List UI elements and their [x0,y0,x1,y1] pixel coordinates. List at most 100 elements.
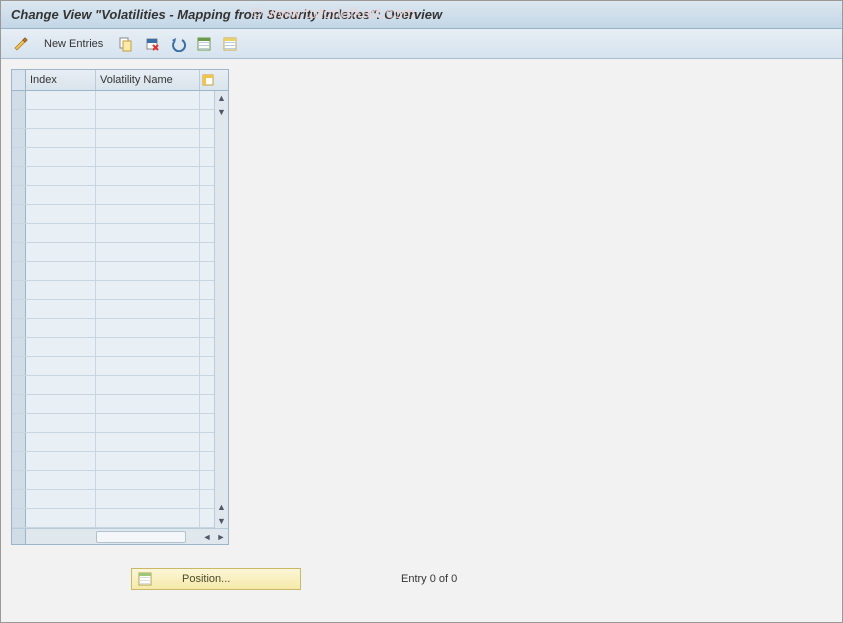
cell-volatility-name[interactable] [96,433,200,451]
cell-index[interactable] [26,281,96,299]
row-selector[interactable] [12,357,26,375]
cell-volatility-name[interactable] [96,376,200,394]
cell-index[interactable] [26,129,96,147]
row-selector[interactable] [12,433,26,451]
cell-index[interactable] [26,395,96,413]
copy-as-button[interactable] [116,34,136,54]
scroll-down-button[interactable]: ▼ [215,514,229,528]
cell-volatility-name[interactable] [96,509,200,527]
cell-volatility-name[interactable] [96,414,200,432]
cell-volatility-name[interactable] [96,224,200,242]
cell-index[interactable] [26,452,96,470]
select-all-rows-corner[interactable] [12,70,26,90]
cell-volatility-name[interactable] [96,395,200,413]
cell-volatility-name[interactable] [96,300,200,318]
row-selector[interactable] [12,243,26,261]
cell-volatility-name[interactable] [96,110,200,128]
cell-index[interactable] [26,148,96,166]
cell-index[interactable] [26,509,96,527]
cell-volatility-name[interactable] [96,91,200,109]
cell-index[interactable] [26,471,96,489]
scroll-down-step-button[interactable]: ▼ [215,105,229,119]
table-settings-button[interactable] [200,70,216,90]
row-selector[interactable] [12,224,26,242]
cell-volatility-name[interactable] [96,262,200,280]
row-selector[interactable] [12,205,26,223]
row-selector[interactable] [12,338,26,356]
application-toolbar: New Entries [1,29,842,59]
cell-index[interactable] [26,262,96,280]
cell-volatility-name[interactable] [96,129,200,147]
row-selector[interactable] [12,300,26,318]
cell-index[interactable] [26,376,96,394]
row-selector[interactable] [12,414,26,432]
table-row [12,262,214,281]
row-selector[interactable] [12,319,26,337]
cell-volatility-name[interactable] [96,281,200,299]
row-selector[interactable] [12,186,26,204]
row-selector[interactable] [12,509,26,527]
cell-volatility-name[interactable] [96,338,200,356]
row-selector[interactable] [12,129,26,147]
cell-index[interactable] [26,300,96,318]
column-header-index[interactable]: Index [26,70,96,90]
cell-volatility-name[interactable] [96,471,200,489]
horizontal-scroll-thumb[interactable] [96,531,186,543]
cell-volatility-name[interactable] [96,319,200,337]
vertical-scrollbar[interactable]: ▲ ▼ ▲ ▼ [214,91,228,528]
row-selector[interactable] [12,376,26,394]
cell-index[interactable] [26,338,96,356]
position-button[interactable]: Position... [131,568,301,590]
cell-index[interactable] [26,167,96,185]
row-selector[interactable] [12,110,26,128]
table-row [12,129,214,148]
cell-index[interactable] [26,490,96,508]
cell-index[interactable] [26,110,96,128]
cell-index[interactable] [26,224,96,242]
cell-volatility-name[interactable] [96,490,200,508]
cell-volatility-name[interactable] [96,167,200,185]
horizontal-scrollbar[interactable]: ◄ ► [26,529,228,544]
scroll-up-step-button[interactable]: ▲ [215,500,229,514]
table-row [12,490,214,509]
toggle-display-change-button[interactable] [11,34,31,54]
delete-button[interactable] [142,34,162,54]
scroll-up-button[interactable]: ▲ [215,91,229,105]
undo-change-button[interactable] [168,34,188,54]
row-selector[interactable] [12,91,26,109]
cell-volatility-name[interactable] [96,186,200,204]
row-selector[interactable] [12,395,26,413]
cell-volatility-name[interactable] [96,357,200,375]
table-row [12,319,214,338]
cell-index[interactable] [26,319,96,337]
cell-index[interactable] [26,433,96,451]
row-selector[interactable] [12,281,26,299]
cell-index[interactable] [26,243,96,261]
table-footer-corner [12,529,26,544]
row-selector[interactable] [12,471,26,489]
delete-icon [144,36,160,52]
row-selector[interactable] [12,167,26,185]
row-selector[interactable] [12,148,26,166]
row-selector[interactable] [12,490,26,508]
scroll-left-button[interactable]: ◄ [200,530,214,544]
cell-volatility-name[interactable] [96,205,200,223]
cell-index[interactable] [26,91,96,109]
cell-index[interactable] [26,357,96,375]
cell-volatility-name[interactable] [96,452,200,470]
row-selector[interactable] [12,262,26,280]
new-entries-button[interactable]: New Entries [37,35,110,53]
cell-volatility-name[interactable] [96,243,200,261]
entry-count-text: Entry 0 of 0 [401,573,457,585]
deselect-all-button[interactable] [220,34,240,54]
select-all-button[interactable] [194,34,214,54]
cell-index[interactable] [26,205,96,223]
deselect-all-icon [222,36,238,52]
row-selector[interactable] [12,452,26,470]
cell-volatility-name[interactable] [96,148,200,166]
cell-index[interactable] [26,414,96,432]
scroll-right-button[interactable]: ► [214,530,228,544]
pencil-glasses-icon [13,36,29,52]
cell-index[interactable] [26,186,96,204]
column-header-volatility-name[interactable]: Volatility Name [96,70,200,90]
